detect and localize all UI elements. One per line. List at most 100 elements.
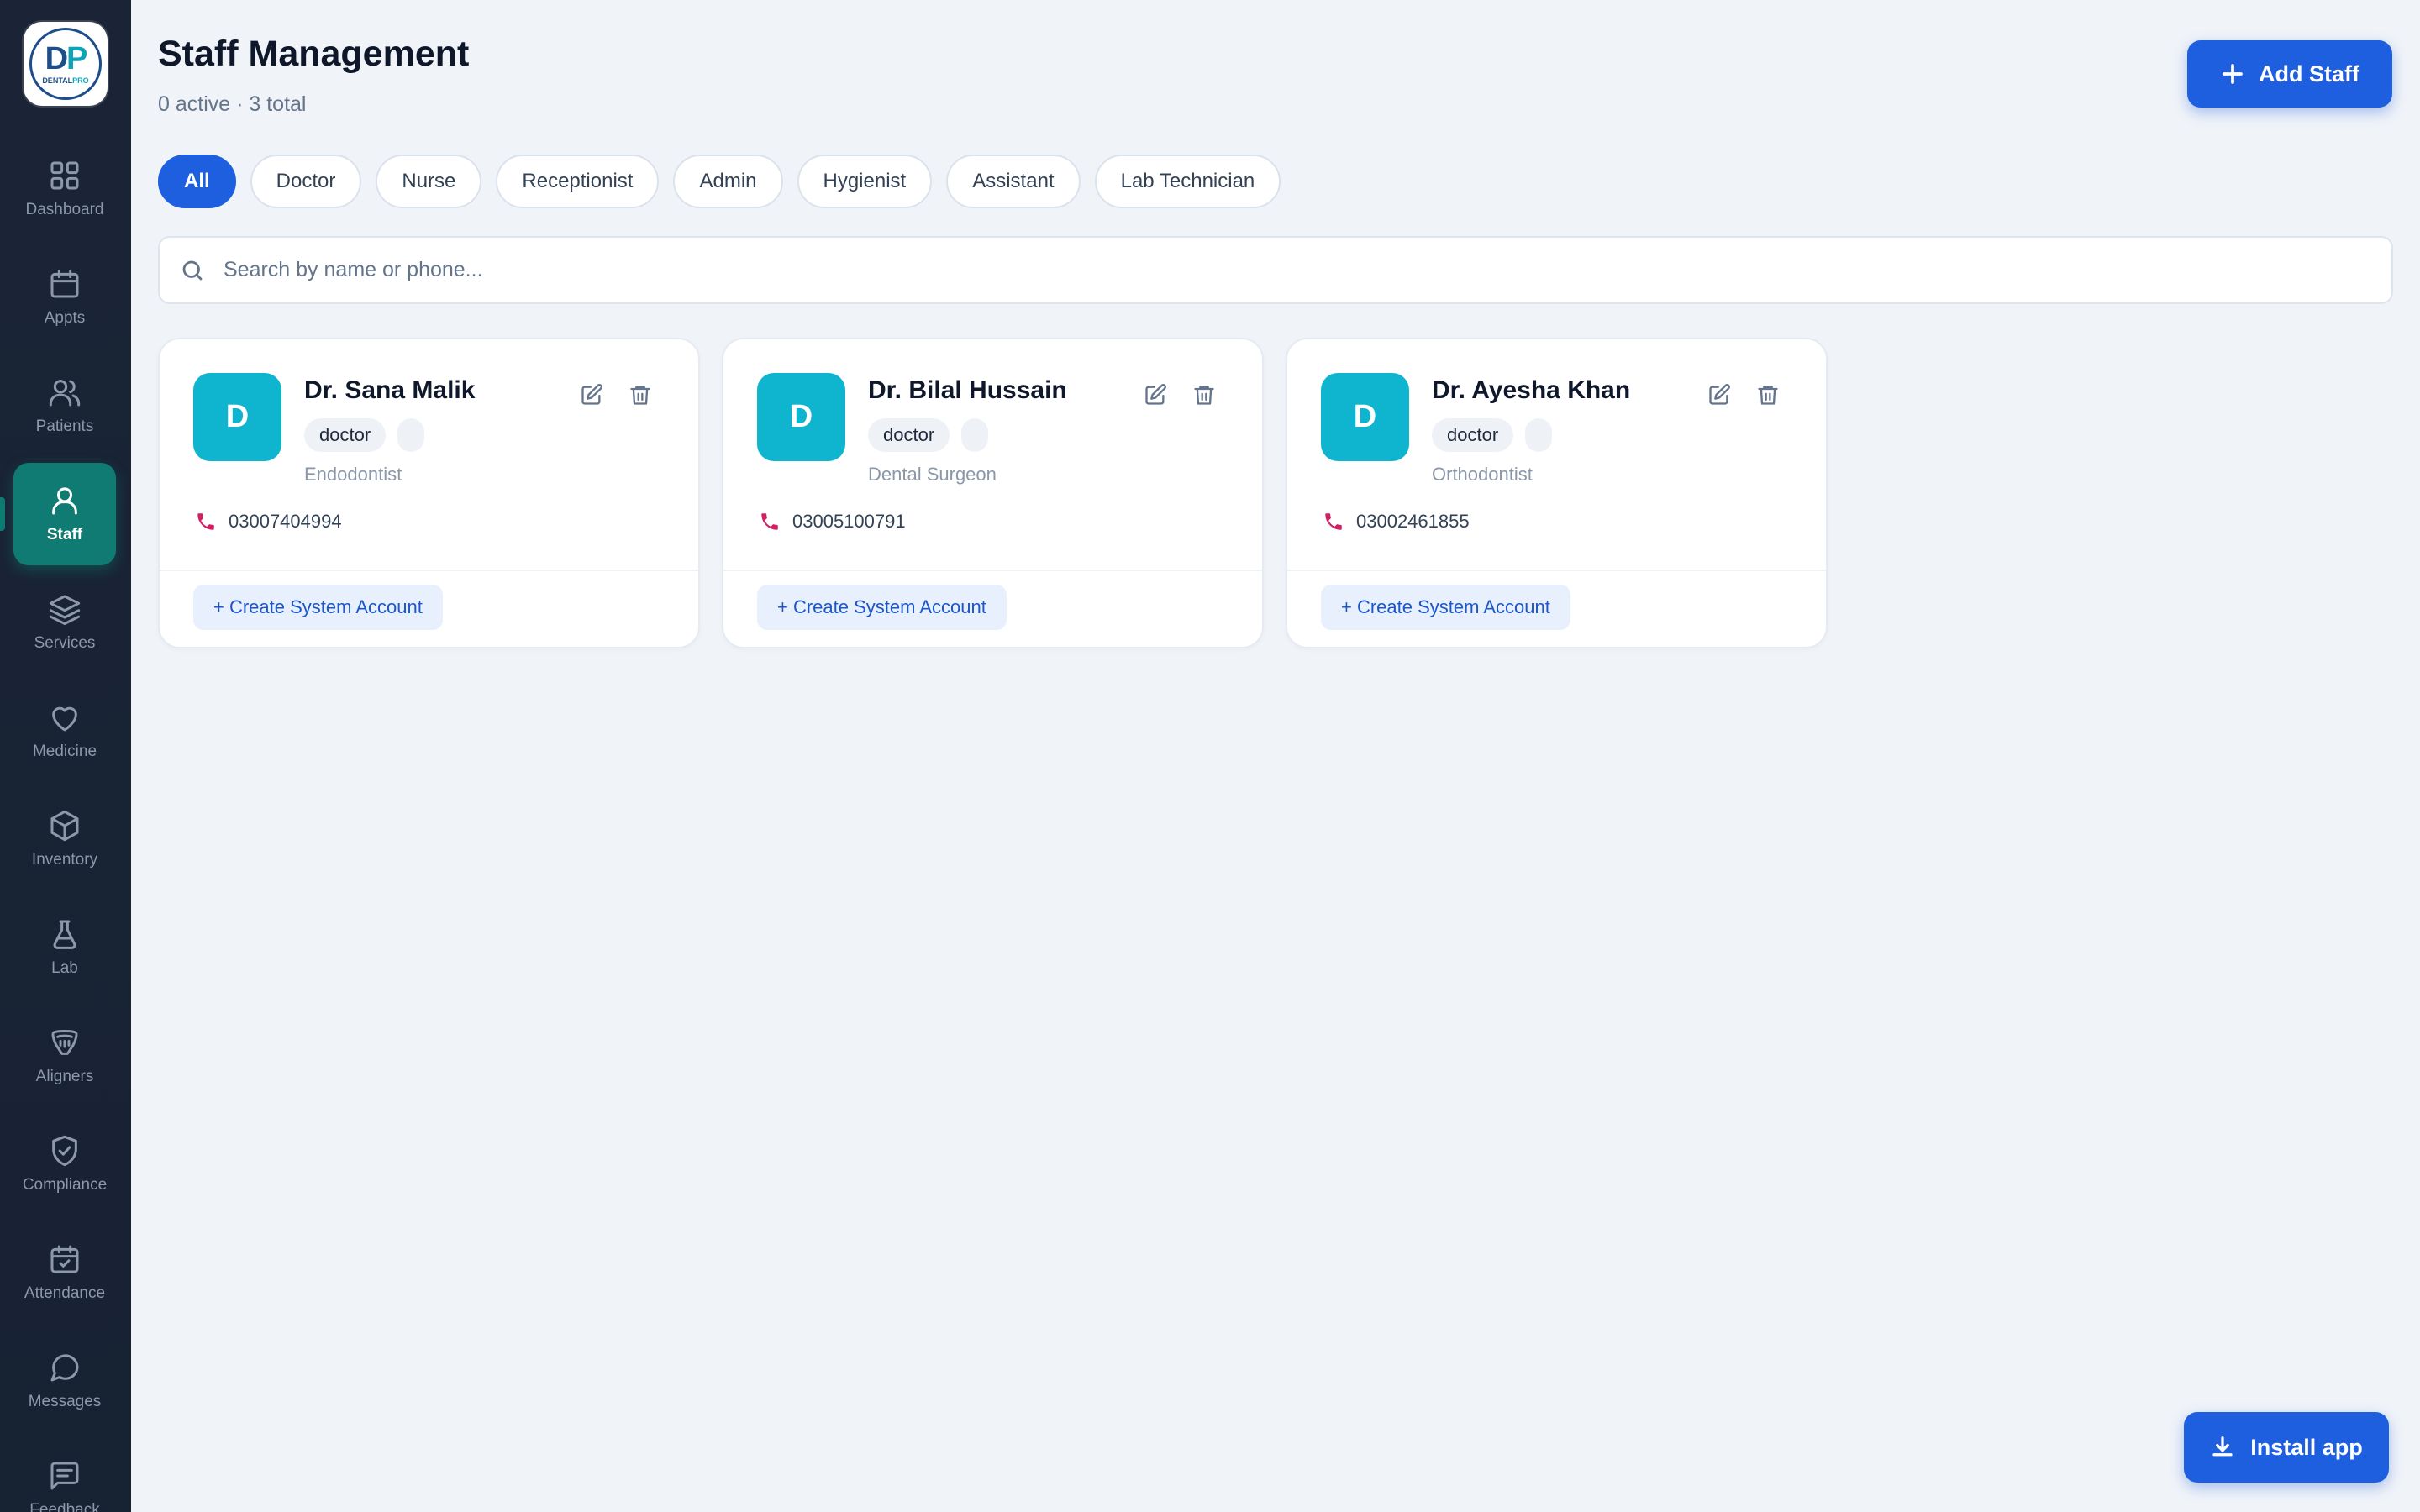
phone-number: 03007404994 (229, 511, 342, 532)
phone-number: 03005100791 (792, 511, 906, 532)
logo-badge: DP DENTALPRO (29, 28, 102, 100)
trash-icon[interactable] (1756, 383, 1780, 407)
edit-icon[interactable] (580, 383, 603, 407)
install-app-button[interactable]: Install app (2184, 1412, 2389, 1483)
logo-mark: DP (45, 41, 88, 76)
create-system-account-button[interactable]: + Create System Account (193, 585, 443, 630)
card-actions (580, 383, 652, 407)
staff-specialty: Dental Surgeon (868, 464, 997, 485)
role-badge: doctor (304, 418, 387, 452)
role-badges: doctor (304, 418, 425, 452)
role-badge: doctor (1432, 418, 1514, 452)
filter-chip-admin[interactable]: Admin (673, 155, 783, 208)
sidebar-item-attendance[interactable]: Attendance (13, 1221, 116, 1324)
role-badges: doctor (1432, 418, 1553, 452)
card-actions (1144, 383, 1216, 407)
create-system-account-button[interactable]: + Create System Account (757, 585, 1007, 630)
phone-number: 03002461855 (1356, 511, 1470, 532)
heart-icon (52, 706, 77, 732)
phone-row: 03007404994 (195, 511, 342, 533)
card-divider (1287, 570, 1826, 571)
staff-specialty: Orthodontist (1432, 464, 1533, 485)
phone-row: 03002461855 (1323, 511, 1470, 533)
sidebar-item-medicine[interactable]: Medicine (13, 680, 116, 782)
sidebar-item-inventory[interactable]: Inventory (13, 788, 116, 890)
sidebar-item-label: Lab (51, 959, 78, 977)
phone-icon (1325, 513, 1342, 530)
sidebar-item-appts[interactable]: Appts (13, 246, 116, 349)
card-actions (1707, 383, 1780, 407)
staff-count-summary: 0 active · 3 total (158, 92, 307, 116)
sidebar-item-services[interactable]: Services (13, 571, 116, 674)
main-content: Staff Management 0 active · 3 total Add … (131, 0, 2420, 1512)
filter-chip-all[interactable]: All (158, 155, 236, 208)
sidebar-item-lab[interactable]: Lab (13, 896, 116, 999)
message-square-icon (50, 1462, 79, 1490)
search-icon (182, 260, 203, 280)
staff-card-grid: D Dr. Sana Malik doctor Endodontist 0300… (158, 338, 1828, 648)
message-circle-icon (50, 1354, 79, 1382)
edit-icon[interactable] (1144, 383, 1167, 407)
filter-chip-hygienist[interactable]: Hygienist (797, 155, 933, 208)
staff-card[interactable]: D Dr. Ayesha Khan doctor Orthodontist 03… (1286, 338, 1828, 648)
install-app-label: Install app (2250, 1434, 2363, 1460)
app-logo[interactable]: DP DENTALPRO (24, 22, 108, 106)
grid-icon (50, 161, 79, 190)
sidebar-item-label: Compliance (22, 1176, 108, 1194)
phone-icon (761, 513, 778, 530)
sidebar-item-label: Messages (28, 1393, 102, 1410)
status-badge (961, 418, 989, 452)
sidebar-item-feedback[interactable]: Feedback (13, 1438, 116, 1512)
user-icon (52, 487, 77, 515)
sidebar-item-messages[interactable]: Messages (13, 1330, 116, 1432)
active-nav-marker (0, 497, 5, 531)
staff-card[interactable]: D Dr. Bilal Hussain doctor Dental Surgeo… (722, 338, 1264, 648)
sidebar-item-label: Inventory (31, 851, 98, 869)
create-system-account-button[interactable]: + Create System Account (1321, 585, 1570, 630)
sidebar-item-dashboard[interactable]: Dashboard (13, 138, 116, 240)
add-staff-button[interactable]: Add Staff (2187, 40, 2392, 108)
sidebar-item-label: Appts (44, 309, 86, 327)
staff-name: Dr. Bilal Hussain (868, 376, 1067, 404)
filter-chip-nurse[interactable]: Nurse (376, 155, 482, 208)
staff-name: Dr. Ayesha Khan (1432, 376, 1631, 404)
avatar: D (757, 373, 845, 461)
sidebar-item-aligners[interactable]: Aligners (13, 1005, 116, 1107)
flask-icon (53, 920, 76, 949)
search-input[interactable] (224, 258, 2240, 282)
logo-text: DENTALPRO (42, 76, 89, 85)
users-icon (49, 380, 81, 407)
add-staff-label: Add Staff (2259, 60, 2360, 87)
filter-chip-lab-technician[interactable]: Lab Technician (1094, 155, 1281, 208)
page-title: Staff Management (158, 34, 470, 74)
trash-icon[interactable] (1192, 383, 1216, 407)
edit-icon[interactable] (1707, 383, 1731, 407)
sidebar-item-label: Aligners (35, 1068, 94, 1085)
role-filter-bar: All Doctor Nurse Receptionist Admin Hygi… (158, 155, 1281, 208)
status-badge (397, 418, 425, 452)
sidebar-item-label: Services (34, 634, 96, 652)
trash-icon[interactable] (629, 383, 652, 407)
staff-card[interactable]: D Dr. Sana Malik doctor Endodontist 0300… (158, 338, 700, 648)
phone-icon (197, 513, 214, 530)
download-icon (2212, 1436, 2233, 1457)
filter-chip-assistant[interactable]: Assistant (946, 155, 1081, 208)
staff-specialty: Endodontist (304, 464, 402, 485)
search-bar (158, 236, 2393, 304)
card-divider (723, 570, 1262, 571)
filter-chip-doctor[interactable]: Doctor (250, 155, 362, 208)
filter-chip-receptionist[interactable]: Receptionist (496, 155, 660, 208)
plus-icon (2223, 64, 2243, 84)
sidebar-item-label: Patients (35, 417, 94, 435)
layers-icon (49, 595, 81, 625)
calendar-icon (50, 270, 79, 298)
phone-row: 03005100791 (759, 511, 906, 533)
sidebar: DP DENTALPRO Dashboard Appts Patients St… (0, 0, 131, 1512)
sidebar-item-label: Feedback (29, 1501, 100, 1512)
sidebar-item-compliance[interactable]: Compliance (13, 1113, 116, 1215)
sidebar-item-staff[interactable]: Staff (13, 463, 116, 565)
sidebar-item-label: Medicine (32, 743, 97, 760)
role-badges: doctor (868, 418, 989, 452)
sidebar-item-patients[interactable]: Patients (13, 354, 116, 457)
avatar: D (1321, 373, 1409, 461)
